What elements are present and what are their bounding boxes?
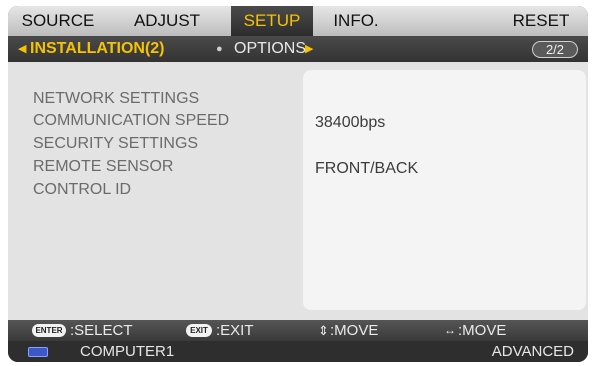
tab-setup[interactable]: SETUP xyxy=(231,6,313,36)
sub-tab-bar: ◀ INSTALLATION(2) ● OPTIONS ▶ 2/2 xyxy=(8,36,588,62)
tab-info[interactable]: INFO. xyxy=(322,6,390,36)
hint-move-vertical: :MOVE xyxy=(330,322,379,339)
up-down-arrow-icon: ⇕ xyxy=(318,323,329,338)
hint-exit: :EXIT xyxy=(216,322,254,339)
hint-move-horizontal: :MOVE xyxy=(458,322,507,339)
computer-input-icon xyxy=(28,347,48,357)
main-tab-bar: SOURCE ADJUST SETUP INFO. RESET xyxy=(8,6,588,36)
menu-item-security-settings[interactable]: SECURITY SETTINGS xyxy=(33,133,198,155)
separator-dot-icon: ● xyxy=(216,43,223,55)
key-hint-bar: ENTER :SELECT EXIT :EXIT ⇕ :MOVE ↔ :MOVE xyxy=(8,320,588,341)
status-bar: COMPUTER1 ADVANCED xyxy=(8,341,588,362)
exit-key-icon: EXIT xyxy=(186,324,212,337)
settings-content: NETWORK SETTINGS COMMUNICATION SPEED 384… xyxy=(8,62,588,320)
projector-menu: SOURCE ADJUST SETUP INFO. RESET ◀ INSTAL… xyxy=(8,6,588,362)
tab-source[interactable]: SOURCE xyxy=(12,6,104,36)
input-source-label: COMPUTER1 xyxy=(80,343,175,360)
menu-item-communication-speed[interactable]: COMMUNICATION SPEED xyxy=(33,110,229,132)
menu-item-network-settings[interactable]: NETWORK SETTINGS xyxy=(33,88,199,110)
left-right-arrow-icon: ↔ xyxy=(444,323,456,337)
menu-item-remote-sensor[interactable]: REMOTE SENSOR xyxy=(33,156,173,178)
tab-reset[interactable]: RESET xyxy=(503,6,579,36)
enter-key-icon: ENTER xyxy=(32,324,66,337)
subtab-installation-2[interactable]: INSTALLATION(2) xyxy=(30,36,165,62)
tab-adjust[interactable]: ADJUST xyxy=(124,6,210,36)
subtab-options[interactable]: OPTIONS xyxy=(234,36,306,62)
communication-speed-value: 38400bps xyxy=(315,114,386,131)
values-panel xyxy=(303,70,586,310)
menu-item-control-id[interactable]: CONTROL ID xyxy=(33,179,131,201)
right-triangle-icon[interactable]: ▶ xyxy=(305,36,313,62)
remote-sensor-value: FRONT/BACK xyxy=(315,160,419,177)
left-triangle-icon[interactable]: ◀ xyxy=(18,36,26,62)
menu-mode-label: ADVANCED xyxy=(491,343,574,360)
page-indicator: 2/2 xyxy=(532,41,578,58)
hint-select: :SELECT xyxy=(70,322,133,339)
